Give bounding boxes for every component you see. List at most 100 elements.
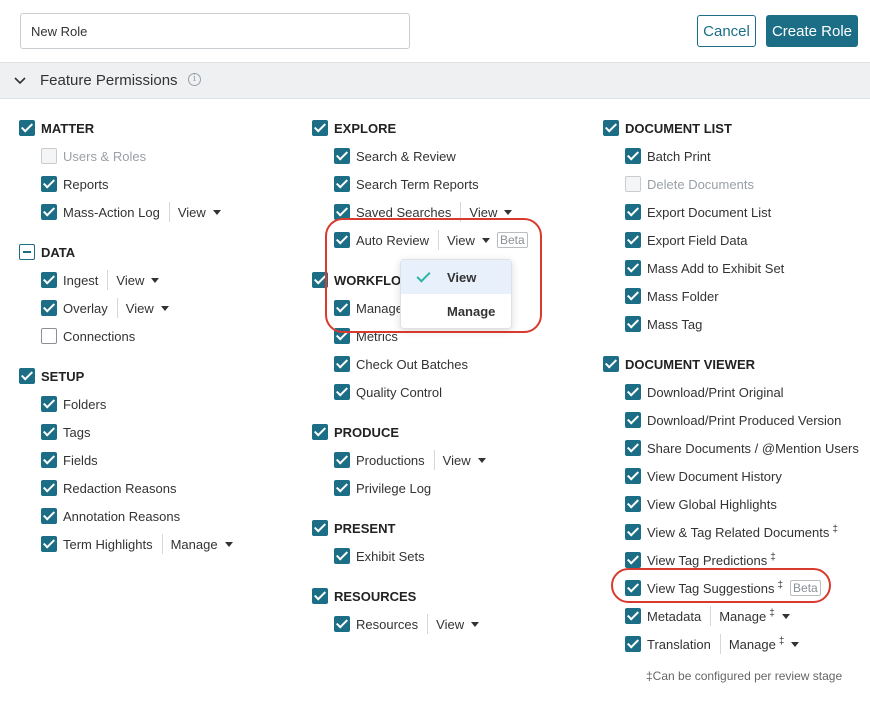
checkbox[interactable] [603, 356, 619, 372]
permission-level-dropdown[interactable]: View [433, 450, 486, 470]
checkbox[interactable] [334, 384, 350, 400]
info-icon[interactable]: i [188, 73, 201, 86]
permission-label: Manage [356, 300, 403, 316]
dropdown-option-manage[interactable]: Manage [401, 294, 511, 328]
permission-item-annotation-reasons: Annotation Reasons [19, 502, 233, 530]
permissions-column-1: MATTER Users & Roles Reports Mass-Action Lo… [19, 114, 233, 558]
checkbox[interactable] [625, 608, 641, 624]
checkbox[interactable] [334, 548, 350, 564]
permission-label: View Document History [647, 468, 782, 484]
checkbox[interactable] [625, 316, 641, 332]
feature-permissions-header[interactable]: Feature Permissions i [0, 62, 870, 99]
checkbox[interactable] [625, 580, 641, 596]
footnote: ‡Can be configured per review stage [646, 669, 843, 683]
checkbox[interactable] [312, 272, 328, 288]
permission-item-view-tag-predictions: View Tag Predictions ‡ [603, 546, 859, 574]
checkbox[interactable] [625, 232, 641, 248]
checkbox[interactable] [334, 300, 350, 316]
checkbox[interactable] [19, 120, 35, 136]
permission-item-ingest: Ingest View [19, 266, 233, 294]
cancel-button[interactable]: Cancel [697, 15, 756, 47]
permission-item-mass-folder: Mass Folder [603, 282, 859, 310]
checkbox[interactable] [334, 232, 350, 248]
dropdown-option-view[interactable]: View [401, 260, 511, 294]
permission-label: View Tag Suggestions [647, 580, 775, 596]
permission-label: Ingest [63, 272, 99, 288]
beta-badge: Beta [496, 232, 528, 248]
permission-label: Overlay [63, 300, 108, 316]
checkbox[interactable] [41, 204, 57, 220]
dropdown-value: Manage [719, 608, 767, 624]
permission-item-translation: Translation Manage ‡ [603, 630, 859, 658]
checkbox[interactable] [312, 520, 328, 536]
permission-label: Reports [63, 176, 109, 192]
checkbox[interactable] [334, 176, 350, 192]
checkbox[interactable] [312, 424, 328, 440]
permission-item-saved-searches: Saved Searches View [312, 198, 528, 226]
checkbox[interactable] [334, 328, 350, 344]
checkbox[interactable] [41, 424, 57, 440]
role-name-input[interactable] [20, 13, 410, 49]
checkbox[interactable] [41, 272, 57, 288]
chevron-down-icon[interactable] [13, 73, 27, 87]
checkbox[interactable] [19, 368, 35, 384]
checkbox[interactable] [625, 412, 641, 428]
dagger-footnote-marker: ‡ [770, 551, 776, 563]
permission-level-dropdown[interactable]: Manage ‡ [719, 634, 800, 654]
permission-item-metadata: Metadata Manage ‡ [603, 602, 859, 630]
checkbox[interactable] [625, 552, 641, 568]
permission-level-dropdown[interactable]: View [460, 202, 513, 222]
checkbox[interactable] [41, 536, 57, 552]
permission-level-dropdown[interactable]: View [168, 202, 221, 222]
permission-level-dropdown[interactable]: Manage [161, 534, 233, 554]
permission-label: Metadata [647, 608, 702, 624]
permission-label: Search Term Reports [356, 176, 479, 192]
checkbox[interactable] [625, 468, 641, 484]
checkbox[interactable] [41, 508, 57, 524]
checkbox[interactable] [41, 480, 57, 496]
checkbox[interactable] [312, 588, 328, 604]
permissions-column-2: EXPLORE Search & Review Search Term Report… [312, 114, 528, 638]
checkbox[interactable] [625, 524, 641, 540]
permission-level-dropdown[interactable]: View [427, 614, 480, 634]
checkbox[interactable] [19, 244, 35, 260]
permission-label: Quality Control [356, 384, 442, 400]
checkbox[interactable] [41, 452, 57, 468]
checkbox[interactable] [625, 496, 641, 512]
permission-level-dropdown[interactable]: View [107, 270, 160, 290]
permission-label: Term Highlights [63, 536, 153, 552]
create-role-button[interactable]: Create Role [766, 15, 858, 47]
checkbox[interactable] [625, 288, 641, 304]
dropdown-value: View [177, 204, 206, 220]
permission-label: Mass Add to Exhibit Set [647, 260, 785, 276]
caret-down-icon [477, 457, 486, 463]
checkbox[interactable] [41, 396, 57, 412]
permission-label: View & Tag Related Documents [647, 524, 830, 540]
checkbox[interactable] [625, 440, 641, 456]
permission-level-dropdown[interactable]: Manage ‡ [710, 606, 790, 626]
checkbox[interactable] [334, 452, 350, 468]
checkbox[interactable] [603, 120, 619, 136]
checkbox[interactable] [41, 300, 57, 316]
permission-level-dropdown[interactable]: View [437, 230, 490, 250]
checkbox[interactable] [334, 204, 350, 220]
caret-down-icon [791, 641, 800, 647]
checkbox[interactable] [312, 120, 328, 136]
checkbox[interactable] [334, 148, 350, 164]
permission-label: Redaction Reasons [63, 480, 177, 496]
checkbox[interactable] [625, 260, 641, 276]
permission-level-dropdown[interactable]: View [116, 298, 169, 318]
checkbox[interactable] [334, 480, 350, 496]
checkbox[interactable] [41, 176, 57, 192]
checkbox[interactable] [625, 384, 641, 400]
permission-group-setup: SETUP [19, 362, 233, 390]
checkbox[interactable] [334, 356, 350, 372]
permission-label: Share Documents / @Mention Users [647, 440, 859, 456]
checkbox[interactable] [625, 204, 641, 220]
checkbox[interactable] [41, 328, 57, 344]
checkbox[interactable] [625, 636, 641, 652]
permission-label: Search & Review [356, 148, 456, 164]
checkbox[interactable] [625, 148, 641, 164]
checkbox[interactable] [334, 616, 350, 632]
